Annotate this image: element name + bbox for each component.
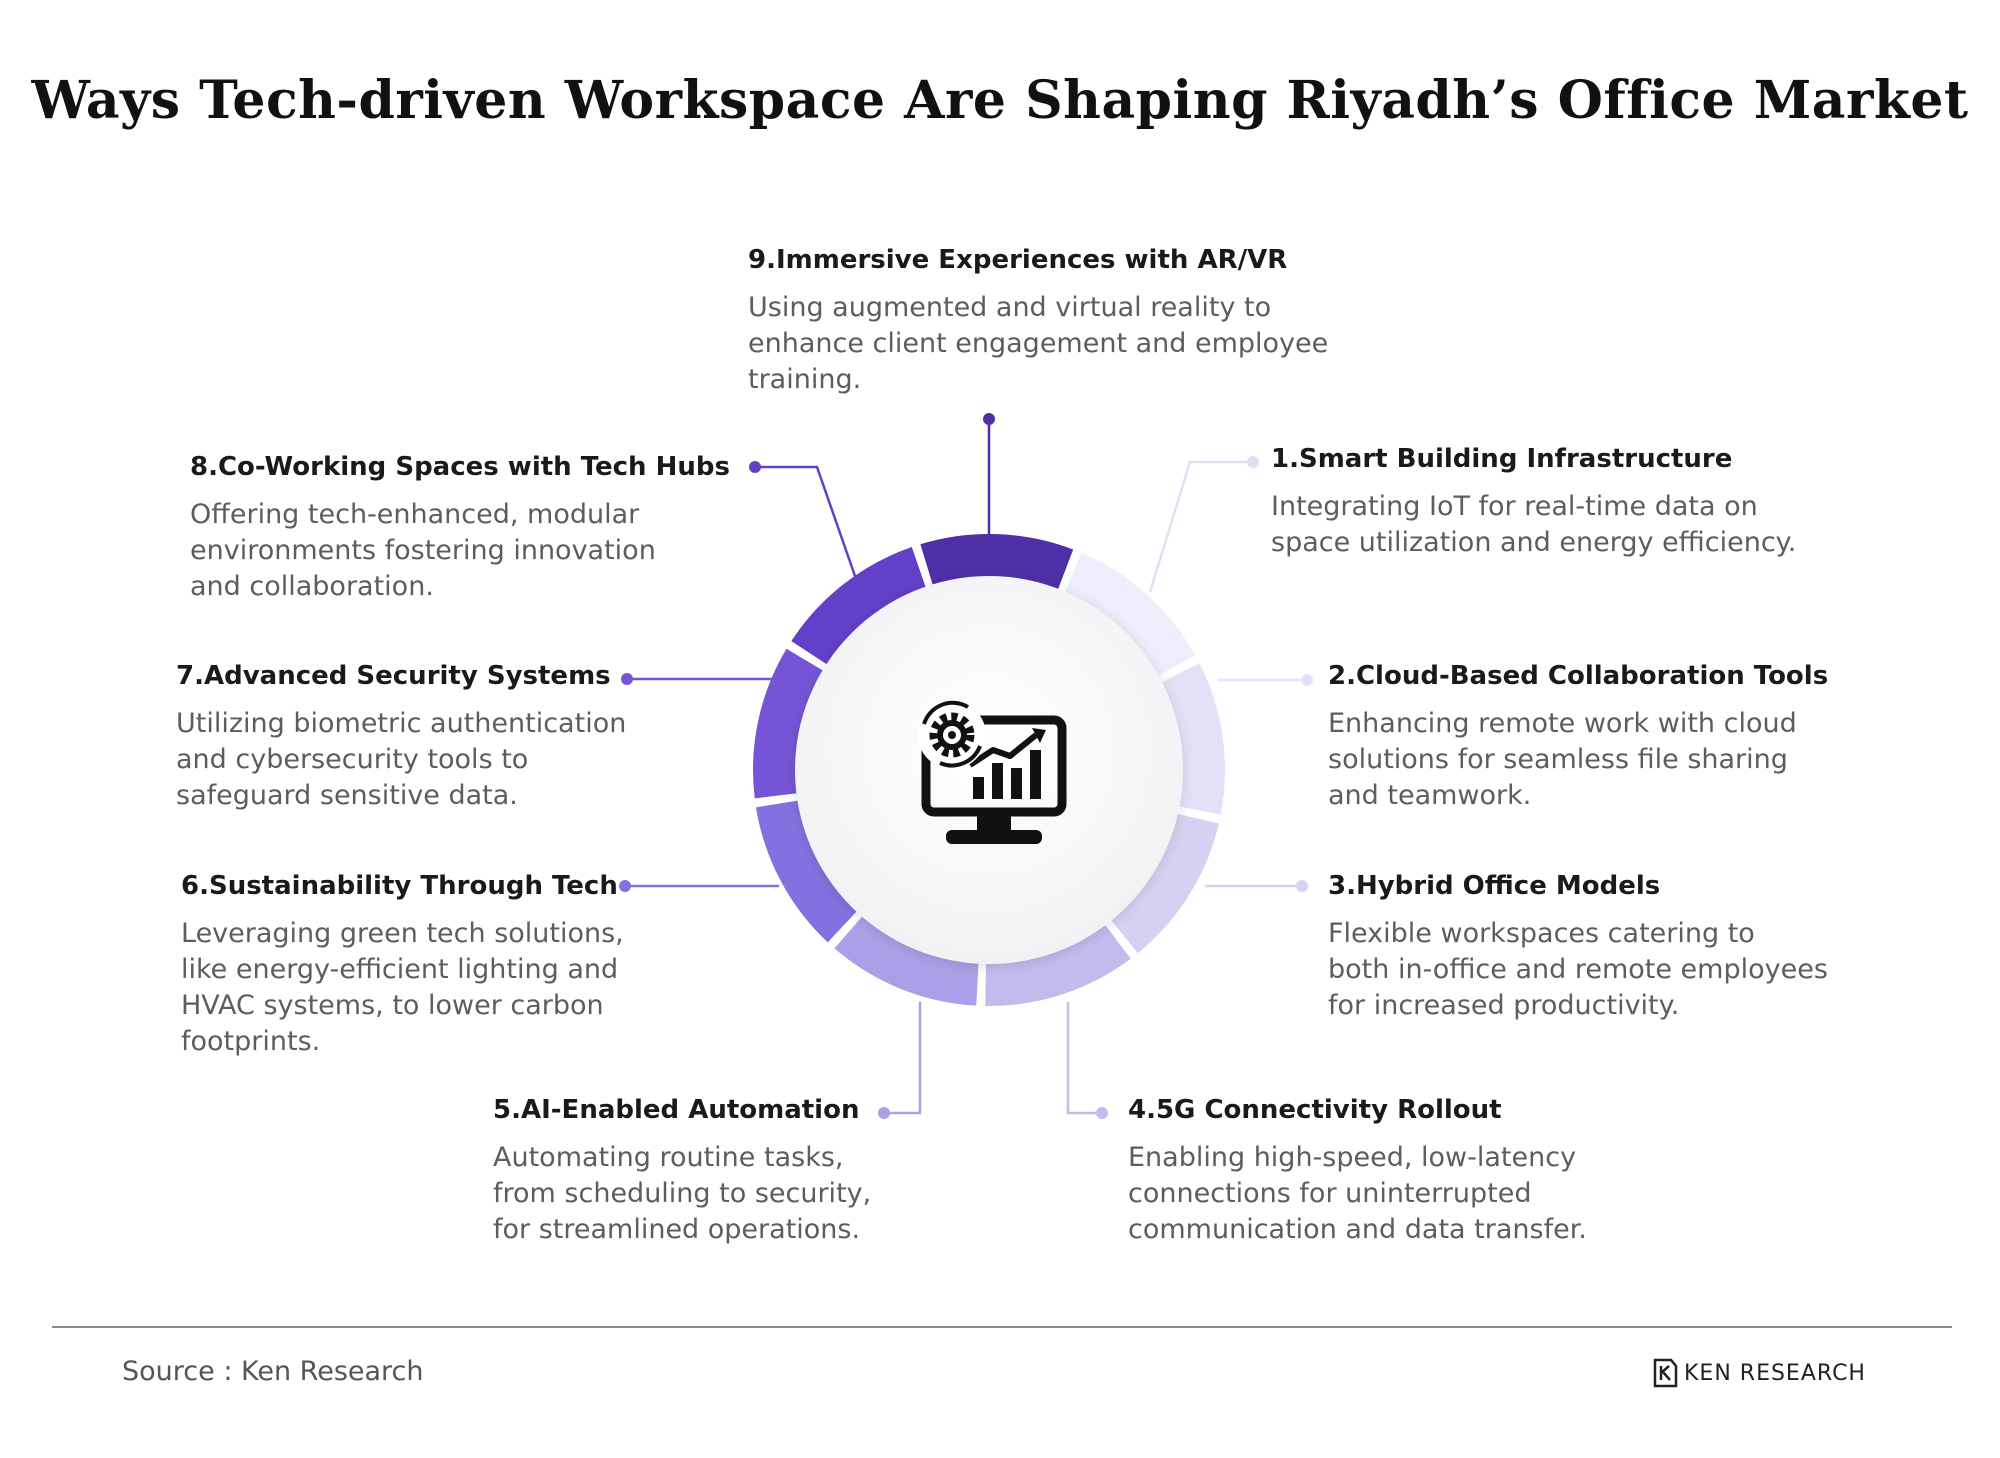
connector-line-5 — [884, 1002, 922, 1115]
item-5g-connectivity: 4.5G Connectivity Rollout Enabling high-… — [1128, 1092, 1587, 1248]
item-description: Integrating IoT for real-time data on sp… — [1271, 491, 1797, 558]
infographic: Ways Tech-driven Workspace Are Shaping R… — [0, 0, 2000, 1458]
connector-line-1 — [1148, 460, 1253, 593]
item-title: 5.AI-Enabled Automation — [493, 1095, 860, 1125]
item-description: Using augmented and virtual reality to e… — [748, 292, 1329, 395]
item-title: 4.5G Connectivity Rollout — [1128, 1095, 1502, 1125]
connector-dot-5 — [878, 1107, 890, 1119]
connector-dot-2 — [1301, 674, 1313, 686]
item-hybrid-office: 3.Hybrid Office Models Flexible workspac… — [1328, 868, 1828, 1024]
footer-divider — [52, 1326, 1952, 1328]
source-credit: Source : Ken Research — [122, 1356, 424, 1387]
item-description: Automating routine tasks, from schedulin… — [493, 1142, 872, 1245]
item-immersive-ar-vr: 9.Immersive Experiences with AR/VR Using… — [748, 242, 1328, 398]
item-title: 3.Hybrid Office Models — [1328, 871, 1661, 901]
item-title: 7.Advanced Security Systems — [176, 661, 611, 691]
item-title: 9.Immersive Experiences with AR/VR — [748, 245, 1288, 275]
item-title: 1.Smart Building Infrastructure — [1271, 444, 1733, 474]
item-description: Utilizing biometric authentication and c… — [176, 708, 627, 811]
ken-research-logo — [1653, 1358, 1678, 1388]
item-co-working: 8.Co-Working Spaces with Tech Hubs Offer… — [190, 449, 730, 605]
item-description: Leveraging green tech solutions, like en… — [181, 918, 624, 1057]
item-description: Offering tech-enhanced, modular environm… — [190, 499, 656, 602]
item-cloud-collaboration: 2.Cloud-Based Collaboration Tools Enhanc… — [1328, 658, 1828, 814]
brand: KEN RESEARCH — [1652, 1358, 1866, 1388]
brand-name: KEN RESEARCH — [1684, 1360, 1866, 1386]
item-description: Enabling high-speed, low-latency connect… — [1128, 1142, 1587, 1245]
item-security-systems: 7.Advanced Security Systems Utilizing bi… — [176, 658, 626, 814]
item-sustainability: 6.Sustainability Through Tech Leveraging… — [181, 868, 624, 1060]
item-smart-building: 1.Smart Building Infrastructure Integrat… — [1271, 441, 1796, 561]
item-description: Enhancing remote work with cloud solutio… — [1328, 708, 1797, 811]
item-title: 6.Sustainability Through Tech — [181, 871, 618, 901]
item-ai-automation: 5.AI-Enabled Automation Automating routi… — [493, 1092, 871, 1248]
connector-dot-8 — [749, 461, 761, 473]
item-description: Flexible workspaces catering to both in-… — [1328, 918, 1828, 1021]
connector-dot-4 — [1096, 1107, 1108, 1119]
connector-line-4 — [1066, 1002, 1102, 1115]
item-title: 8.Co-Working Spaces with Tech Hubs — [190, 452, 730, 482]
item-title: 2.Cloud-Based Collaboration Tools — [1328, 661, 1829, 691]
connector-line-8 — [755, 465, 857, 577]
connector-dot-1 — [1247, 456, 1259, 468]
connector-dot-3 — [1296, 880, 1308, 892]
center-disc — [795, 576, 1183, 964]
connector-dot-9 — [983, 413, 995, 425]
